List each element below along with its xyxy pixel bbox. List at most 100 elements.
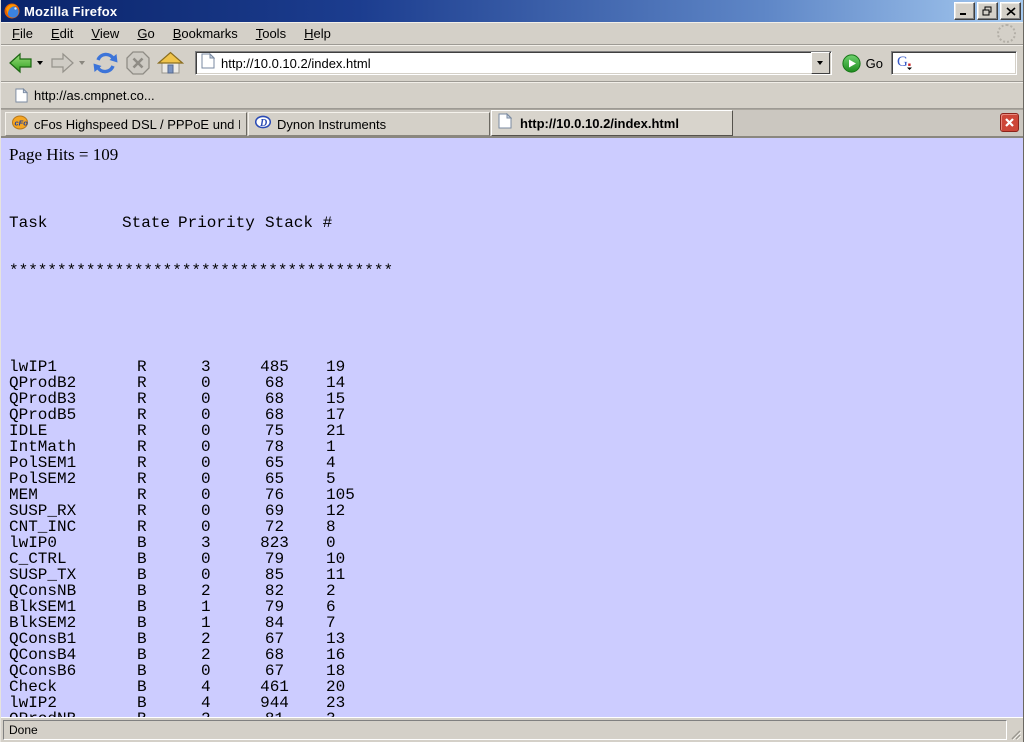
status-text: Done — [9, 723, 38, 737]
back-button[interactable] — [5, 47, 36, 79]
search-input[interactable] — [916, 56, 1016, 71]
cell-task: SUSP_TX — [9, 567, 137, 583]
table-row: lwIP2B494423 — [9, 695, 1015, 711]
menu-file[interactable]: File — [3, 23, 42, 44]
forward-button[interactable] — [47, 47, 78, 79]
cell-stack: 76 — [259, 487, 290, 503]
cell-state: B — [137, 535, 201, 551]
cell-task: QConsB1 — [9, 631, 137, 647]
menu-go[interactable]: Go — [128, 23, 163, 44]
cell-state: B — [137, 615, 201, 631]
cell-stack: 69 — [259, 503, 290, 519]
cell-stack: 65 — [259, 471, 290, 487]
cell-task: lwIP2 — [9, 695, 137, 711]
cell-stack: 485 — [259, 359, 290, 375]
table-row: SUSP_TXB08511 — [9, 567, 1015, 583]
tab-label: cFos Highspeed DSL / PPPoE und ISDN CAP.… — [34, 117, 240, 132]
search-box[interactable]: G — [891, 51, 1017, 75]
bookmark-item[interactable]: http://as.cmpnet.co... — [9, 86, 161, 105]
table-row: CNT_INCR0728 — [9, 519, 1015, 535]
cell-num: 16 — [326, 647, 345, 663]
restore-button[interactable] — [977, 2, 998, 20]
page-icon — [201, 53, 215, 74]
reload-button[interactable] — [89, 47, 122, 79]
cell-priority: 0 — [201, 487, 259, 503]
cell-num: 5 — [326, 471, 336, 487]
svg-text:G: G — [897, 54, 908, 70]
cell-num: 8 — [326, 519, 336, 535]
cell-num: 21 — [326, 423, 345, 439]
tab-dynon[interactable]: D Dynon Instruments — [248, 112, 490, 136]
menu-bar: File Edit View Go Bookmarks Tools Help — [1, 22, 1023, 45]
cell-stack: 75 — [259, 423, 290, 439]
cell-priority: 0 — [201, 567, 259, 583]
table-row: lwIP1R348519 — [9, 359, 1015, 375]
cell-priority: 4 — [201, 679, 259, 695]
cell-num: 10 — [326, 551, 345, 567]
window-title: Mozilla Firefox — [24, 4, 952, 19]
table-row: QConsNBB2822 — [9, 583, 1015, 599]
tab-label: Dynon Instruments — [277, 117, 386, 132]
table-row: QProdB5R06817 — [9, 407, 1015, 423]
minimize-button[interactable] — [954, 2, 975, 20]
close-tab-button[interactable] — [1000, 113, 1019, 132]
cell-stack: 72 — [259, 519, 290, 535]
cell-state: R — [137, 487, 201, 503]
throbber-icon — [997, 24, 1016, 43]
go-button[interactable]: Go — [842, 54, 883, 73]
home-button[interactable] — [154, 47, 187, 79]
table-row: PolSEM1R0654 — [9, 455, 1015, 471]
tab-cfos[interactable]: cFos cFos Highspeed DSL / PPPoE und ISDN… — [5, 112, 247, 136]
menu-tools[interactable]: Tools — [247, 23, 295, 44]
cell-stack: 79 — [259, 599, 290, 615]
menu-edit[interactable]: Edit — [42, 23, 82, 44]
url-dropdown-button[interactable] — [811, 52, 830, 74]
cell-priority: 0 — [201, 375, 259, 391]
tab-index-html-active[interactable]: http://10.0.10.2/index.html — [491, 110, 733, 136]
cell-stack: 67 — [259, 631, 290, 647]
cell-task: QProdB3 — [9, 391, 137, 407]
cell-task: IntMath — [9, 439, 137, 455]
menu-view[interactable]: View — [82, 23, 128, 44]
bookmark-label: http://as.cmpnet.co... — [34, 88, 155, 103]
cell-priority: 0 — [201, 503, 259, 519]
cell-priority: 0 — [201, 663, 259, 679]
title-bar: Mozilla Firefox — [1, 0, 1023, 22]
cell-priority: 0 — [201, 455, 259, 471]
table-row: QConsB4B26816 — [9, 647, 1015, 663]
forward-dropdown-icon[interactable] — [79, 61, 85, 65]
page-hits-text: Page Hits = 109 — [9, 146, 1015, 163]
cell-stack: 84 — [259, 615, 290, 631]
close-button[interactable] — [1000, 2, 1021, 20]
url-bar[interactable] — [195, 51, 832, 75]
cell-num: 13 — [326, 631, 345, 647]
cell-priority: 3 — [201, 359, 259, 375]
navigation-toolbar: Go G — [1, 45, 1023, 82]
header-priority: Priority — [178, 215, 265, 231]
cell-task: lwIP0 — [9, 535, 137, 551]
table-row: lwIP0B38230 — [9, 535, 1015, 551]
back-dropdown-icon[interactable] — [37, 61, 43, 65]
firefox-icon — [4, 3, 20, 19]
cell-state: R — [137, 423, 201, 439]
table-row: QProdB2R06814 — [9, 375, 1015, 391]
cell-priority: 2 — [201, 583, 259, 599]
tab-bar: cFos cFos Highspeed DSL / PPPoE und ISDN… — [1, 109, 1023, 138]
cell-state: R — [137, 407, 201, 423]
resize-grip[interactable] — [1007, 720, 1021, 740]
cell-state: B — [137, 647, 201, 663]
cell-task: QProdB2 — [9, 375, 137, 391]
url-input[interactable] — [221, 56, 811, 71]
cell-stack: 823 — [259, 535, 290, 551]
cell-state: R — [137, 519, 201, 535]
header-task: Task — [9, 215, 122, 231]
cell-state: B — [137, 679, 201, 695]
menu-help[interactable]: Help — [295, 23, 340, 44]
dynon-icon: D — [255, 114, 271, 135]
bookmarks-toolbar: http://as.cmpnet.co... — [1, 82, 1023, 109]
cfos-icon: cFos — [12, 114, 28, 135]
menu-bookmarks[interactable]: Bookmarks — [164, 23, 247, 44]
google-g-icon[interactable]: G — [896, 52, 914, 75]
cell-task: PolSEM1 — [9, 455, 137, 471]
stop-button[interactable] — [122, 47, 154, 79]
